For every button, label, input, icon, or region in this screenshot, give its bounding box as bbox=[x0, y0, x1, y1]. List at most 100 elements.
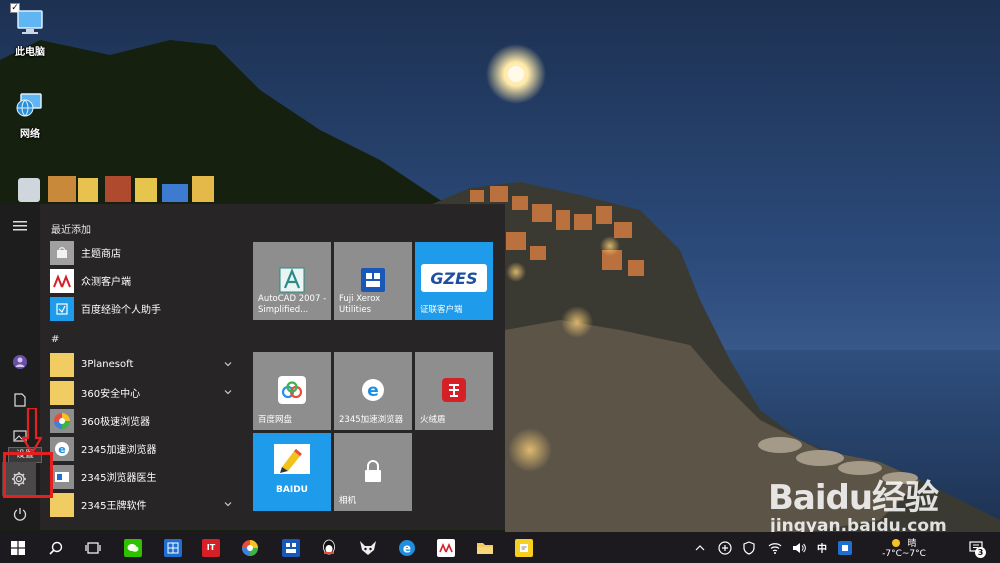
desktop-icon-this-pc[interactable]: 此电脑 bbox=[0, 8, 60, 58]
app-grid-icon bbox=[164, 538, 182, 557]
list-item[interactable]: 3Planesoft bbox=[50, 352, 240, 377]
svg-text:e: e bbox=[367, 381, 379, 401]
task-view-button[interactable] bbox=[75, 532, 111, 563]
chevron-down-icon[interactable] bbox=[224, 388, 232, 396]
tray-security-icon[interactable] bbox=[738, 532, 760, 563]
zhongce-icon bbox=[437, 538, 455, 557]
tray-ime-app[interactable] bbox=[834, 532, 856, 563]
start-button[interactable] bbox=[0, 532, 36, 563]
app-label: 2345浏览器医生 bbox=[81, 473, 157, 484]
list-item[interactable]: 众测客户端 bbox=[50, 268, 240, 293]
taskbar: IT e 中 晴 -7°C~7°C 3 bbox=[0, 532, 1000, 563]
list-item[interactable]: e 2345加速浏览器 bbox=[50, 436, 240, 461]
power-button[interactable] bbox=[0, 500, 40, 528]
app-label: 主题商店 bbox=[81, 249, 121, 260]
tile-label: AutoCAD 2007 - Simplified... bbox=[258, 294, 327, 315]
list-item[interactable]: 主题商店 bbox=[50, 240, 240, 265]
camera-lock-icon bbox=[359, 457, 387, 485]
folder-icon bbox=[50, 492, 74, 517]
user-avatar-icon bbox=[13, 355, 27, 369]
baidu-netdisk-icon bbox=[278, 376, 306, 404]
fuji-xerox-icon bbox=[282, 538, 300, 557]
expand-menu-button[interactable] bbox=[0, 212, 40, 240]
shield-icon bbox=[743, 540, 755, 555]
annotation-highlight-box bbox=[3, 452, 53, 498]
power-icon bbox=[13, 508, 27, 521]
it-app-icon: IT bbox=[202, 538, 220, 557]
notification-count-badge: 3 bbox=[975, 547, 986, 558]
app-label: 3Planesoft bbox=[81, 359, 134, 370]
desktop-icon-network[interactable]: 网络 bbox=[0, 90, 60, 140]
list-item[interactable]: 百度经验个人助手 bbox=[50, 296, 240, 321]
tray-wifi[interactable] bbox=[764, 532, 786, 563]
svg-text:e: e bbox=[403, 541, 411, 555]
list-item[interactable]: 360安全中心 bbox=[50, 380, 240, 405]
section-header-recent: 最近添加 bbox=[51, 225, 91, 236]
baidu-ime-logo-text: BAIDU bbox=[276, 485, 308, 495]
tray-ime-mode[interactable]: 中 bbox=[811, 532, 833, 563]
tile-2345-browser[interactable]: e 2345加速浏览器 bbox=[334, 352, 412, 430]
search-icon bbox=[49, 541, 63, 555]
taskbar-fox-app[interactable] bbox=[350, 532, 386, 563]
taskbar-360-browser[interactable] bbox=[232, 532, 268, 563]
action-center-button[interactable]: 3 bbox=[962, 532, 992, 563]
taskbar-ie-browser[interactable]: e bbox=[389, 532, 425, 563]
doctor-icon bbox=[50, 464, 74, 489]
tray-weather[interactable]: 晴 -7°C~7°C bbox=[862, 532, 946, 563]
section-header-hash: # bbox=[51, 334, 60, 345]
taskbar-it-app[interactable]: IT bbox=[193, 532, 229, 563]
list-item[interactable]: 2345浏览器医生 bbox=[50, 464, 240, 489]
taskbar-qq[interactable] bbox=[311, 532, 347, 563]
weather-label: 晴 bbox=[907, 539, 917, 549]
speaker-icon bbox=[793, 542, 806, 553]
2345-browser-icon: e bbox=[359, 376, 387, 404]
tile-label: 2345加速浏览器 bbox=[339, 415, 404, 425]
app-label: 360安全中心 bbox=[81, 389, 141, 400]
chevron-down-icon[interactable] bbox=[224, 360, 232, 368]
chevron-down-icon[interactable] bbox=[224, 500, 232, 508]
taskbar-wechat[interactable] bbox=[115, 532, 151, 563]
app-list: 最近添加 主题商店 众测客户端 百度经验个人助手 # 3Planesoft 36… bbox=[46, 204, 246, 530]
tile-huorong[interactable]: 火绒盾 bbox=[415, 352, 493, 430]
zhongce-icon bbox=[50, 268, 74, 293]
annotation-arrow bbox=[22, 408, 42, 454]
tray-app-icon[interactable] bbox=[714, 532, 736, 563]
tile-autocad[interactable]: AutoCAD 2007 - Simplified... bbox=[253, 242, 331, 320]
list-item[interactable]: 2345王牌软件 bbox=[50, 492, 240, 517]
sun-icon bbox=[892, 538, 901, 547]
tile-label: 火绒盾 bbox=[420, 415, 446, 425]
list-item[interactable]: 360极速浏览器 bbox=[50, 408, 240, 433]
tray-overflow-button[interactable] bbox=[690, 532, 710, 563]
tile-label: 百度网盘 bbox=[258, 415, 293, 425]
taskbar-zhongce[interactable] bbox=[428, 532, 464, 563]
baidu-watermark-logo: Baidu经验 bbox=[768, 478, 939, 518]
tray-volume[interactable] bbox=[788, 532, 810, 563]
tile-baidu-ime[interactable]: BAIDU bbox=[253, 433, 331, 511]
temperature-label: -7°C~7°C bbox=[882, 549, 926, 559]
svg-text:e: e bbox=[58, 443, 65, 456]
tile-baidu-netdisk[interactable]: 百度网盘 bbox=[253, 352, 331, 430]
tile-gzes[interactable]: GZES 证联客户端 bbox=[415, 242, 493, 320]
baidu-ime-icon bbox=[273, 443, 311, 479]
autocad-icon bbox=[278, 266, 306, 294]
tile-fuji-xerox[interactable]: Fuji Xerox Utilities bbox=[334, 242, 412, 320]
ie-browser-icon: e bbox=[399, 539, 415, 556]
search-button[interactable] bbox=[38, 532, 74, 563]
taskbar-fuji-xerox[interactable] bbox=[273, 532, 309, 563]
taskbar-notes-app[interactable] bbox=[506, 532, 542, 563]
ime-mode-label: 中 bbox=[817, 544, 827, 555]
notes-icon bbox=[515, 538, 533, 557]
fox-icon bbox=[360, 540, 376, 555]
taskbar-file-explorer[interactable] bbox=[467, 532, 503, 563]
app-label: 百度经验个人助手 bbox=[81, 305, 161, 316]
user-account-button[interactable] bbox=[0, 348, 40, 376]
wechat-icon bbox=[124, 538, 142, 557]
gzes-logo-text: GZES bbox=[430, 268, 478, 288]
app-label: 360极速浏览器 bbox=[81, 417, 151, 428]
folder-icon bbox=[477, 542, 493, 554]
tile-camera[interactable]: 相机 bbox=[334, 433, 412, 511]
tile-label: 证联客户端 bbox=[420, 305, 463, 315]
taskbar-app-blue[interactable] bbox=[155, 532, 191, 563]
desktop-icon-label: 网络 bbox=[20, 129, 40, 140]
tile-label: 相机 bbox=[339, 496, 357, 506]
